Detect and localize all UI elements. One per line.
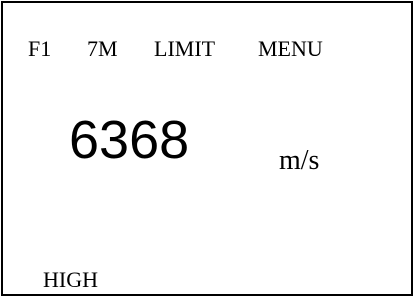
status-indicator: HIGH [43, 267, 98, 292]
velocity-unit: m/s [279, 145, 320, 176]
menu-item-f1[interactable]: F1 [28, 36, 51, 62]
menu-item-7m[interactable]: 7M [87, 36, 118, 62]
menu-item-limit[interactable]: LIMIT [154, 36, 215, 62]
velocity-reading: 6368 [69, 110, 190, 170]
menu-item-menu[interactable]: MENU [258, 36, 323, 62]
device-display: F1 7M LIMIT MENU 6368 m/s HIGH [1, 1, 413, 296]
